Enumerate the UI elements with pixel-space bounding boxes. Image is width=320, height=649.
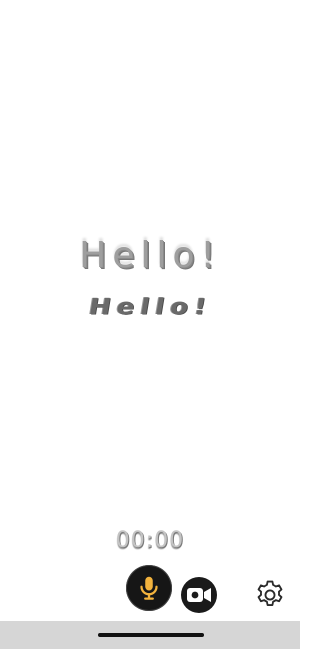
- record-video-button[interactable]: [181, 577, 217, 613]
- greeting-reflection-text: Hello!: [86, 294, 214, 320]
- greeting-area: Hello!: [0, 238, 300, 274]
- bottom-bar: [0, 621, 300, 649]
- gear-icon: [257, 580, 283, 606]
- video-camera-icon: [187, 588, 211, 602]
- greeting-reflection-area: Hello!: [0, 294, 300, 320]
- record-audio-button[interactable]: [126, 565, 172, 611]
- home-indicator[interactable]: [98, 633, 204, 637]
- recording-timer: 00:00: [115, 528, 185, 553]
- microphone-icon: [140, 576, 158, 600]
- settings-button[interactable]: [252, 577, 288, 613]
- greeting-text: Hello!: [79, 235, 221, 276]
- recorder-screen: Hello! Hello! 00:00: [0, 0, 300, 649]
